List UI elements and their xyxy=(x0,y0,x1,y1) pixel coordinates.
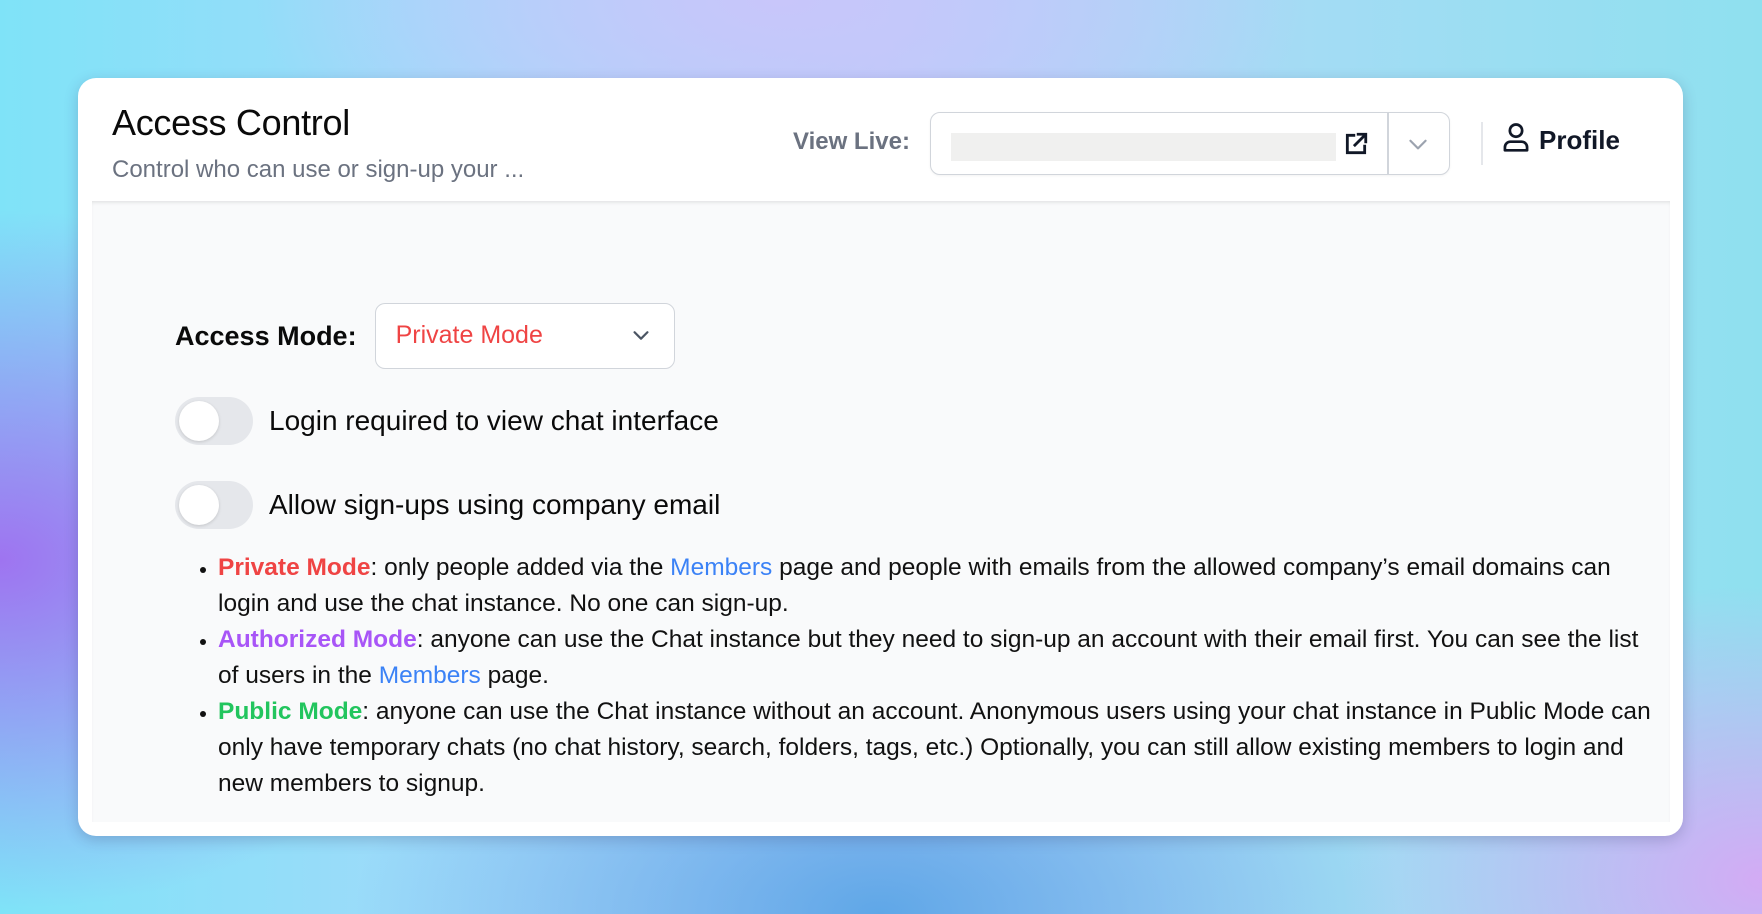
list-item-public-mode: Public Mode: anyone can use the Chat ins… xyxy=(218,694,1658,802)
private-mode-desc-1: : only people added via the xyxy=(370,554,671,581)
page-title: Access Control xyxy=(112,102,350,143)
public-mode-term: Public Mode xyxy=(218,698,363,725)
company-signup-toggle[interactable] xyxy=(175,481,253,529)
view-live-url-field[interactable] xyxy=(951,133,1336,161)
profile-label: Profile xyxy=(1539,124,1620,155)
header-divider xyxy=(1481,122,1483,165)
members-link[interactable]: Members xyxy=(379,662,481,689)
public-mode-desc: : anyone can use the Chat instance witho… xyxy=(218,698,1651,797)
profile-button[interactable]: Profile xyxy=(1501,120,1620,160)
external-link-icon[interactable] xyxy=(1343,131,1369,157)
access-settings-panel: Access Mode: Private Mode Login required… xyxy=(92,201,1670,822)
company-signup-label: Allow sign-ups using company email xyxy=(269,489,721,520)
chevron-down-icon xyxy=(630,324,652,346)
chevron-down-icon[interactable] xyxy=(1405,131,1431,157)
view-live-label: View Live: xyxy=(793,128,910,155)
company-signup-row: Allow sign-ups using company email xyxy=(175,481,720,529)
login-required-toggle[interactable] xyxy=(175,397,253,445)
access-modes-info-list: Private Mode: only people added via the … xyxy=(196,550,1658,802)
authorized-mode-term: Authorized Mode xyxy=(218,626,417,653)
view-live-separator xyxy=(1387,113,1389,174)
access-mode-value: Private Mode xyxy=(395,321,543,349)
list-item-authorized-mode: Authorized Mode: anyone can use the Chat… xyxy=(218,622,1658,694)
toggle-knob xyxy=(179,401,219,441)
page-subtitle: Control who can use or sign-up your ... xyxy=(112,156,525,183)
private-mode-term: Private Mode xyxy=(218,554,371,581)
view-live-selector[interactable] xyxy=(930,112,1450,175)
access-control-card: Access Control Control who can use or si… xyxy=(78,78,1683,836)
access-mode-select[interactable]: Private Mode xyxy=(374,303,675,369)
list-item-private-mode: Private Mode: only people added via the … xyxy=(218,550,1658,622)
access-mode-row: Access Mode: Private Mode xyxy=(175,303,675,369)
login-required-row: Login required to view chat interface xyxy=(175,397,719,445)
authorized-mode-desc-2: page. xyxy=(480,662,549,689)
toggle-knob xyxy=(179,485,219,525)
user-icon xyxy=(1501,122,1531,159)
login-required-label: Login required to view chat interface xyxy=(269,405,719,436)
members-link[interactable]: Members xyxy=(670,554,772,581)
access-mode-label: Access Mode: xyxy=(175,320,357,351)
